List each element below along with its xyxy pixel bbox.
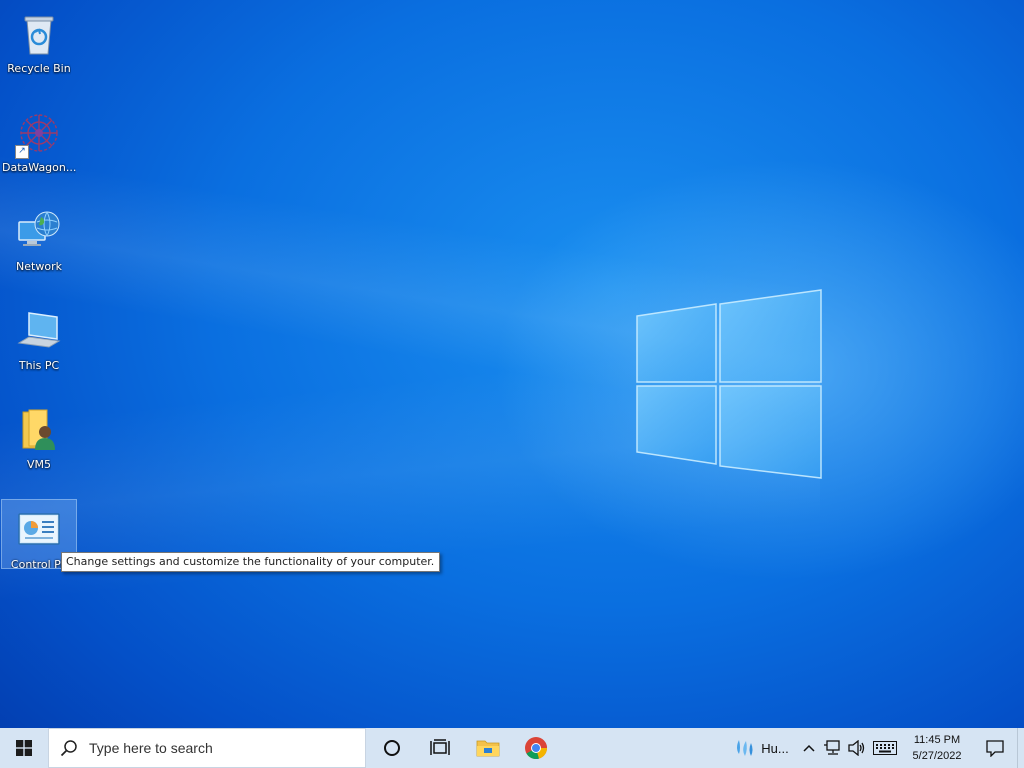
- weather-label: Hu...: [761, 740, 789, 756]
- task-view-icon: [430, 739, 450, 755]
- desktop-icon-label: This PC: [18, 359, 60, 372]
- chrome-button[interactable]: [512, 728, 560, 768]
- weather-humidity-icon: [737, 740, 753, 756]
- clock-time: 11:45 PM: [913, 734, 961, 746]
- desktop-icon-recycle-bin[interactable]: Recycle Bin: [2, 4, 76, 84]
- show-hidden-icons-button[interactable]: [797, 728, 821, 768]
- notification-icon: [986, 740, 1004, 757]
- desktop-icon-label: Network: [16, 260, 62, 273]
- network-wired-icon: [824, 740, 840, 755]
- shortcut-arrow-icon: ↗: [15, 145, 29, 159]
- desktop[interactable]: Recycle Bin ↗ DataWagon... Network This …: [0, 0, 1024, 728]
- search-box[interactable]: Type here to search: [48, 728, 366, 768]
- desktop-icon-label: Recycle Bin: [7, 62, 71, 75]
- weather-widget[interactable]: Hu...: [727, 728, 797, 768]
- desktop-icon-label: VM5: [26, 458, 51, 471]
- desktop-icon-datawagon[interactable]: ↗ DataWagon...: [2, 103, 76, 183]
- show-desktop-button[interactable]: [1017, 728, 1024, 768]
- task-view-button[interactable]: [416, 728, 464, 768]
- this-pc-icon: [15, 307, 63, 355]
- file-explorer-button[interactable]: [464, 728, 512, 768]
- clock[interactable]: 11:45 PM 5/27/2022: [901, 728, 973, 768]
- taskbar: Type here to search Hu... 11:45 PM 5/27/…: [0, 728, 1024, 768]
- start-button[interactable]: [0, 728, 48, 768]
- desktop-icon-label: DataWagon...: [2, 161, 76, 174]
- clock-date: 5/27/2022: [912, 750, 962, 762]
- desktop-icon-network[interactable]: Network: [2, 202, 76, 282]
- desktop-icon-label: Control Pa: [10, 558, 68, 568]
- touch-keyboard-button[interactable]: [869, 728, 901, 768]
- folder-icon: [476, 740, 500, 757]
- chrome-icon: [525, 737, 547, 760]
- chevron-up-icon: [803, 744, 815, 752]
- cortana-circle-icon: [384, 740, 400, 756]
- search-placeholder: Type here to search: [89, 740, 213, 756]
- windows-logo-wallpaper: [636, 289, 822, 479]
- datawagon-app-icon: ↗: [15, 109, 63, 159]
- user-folder-icon: [15, 406, 63, 454]
- cortana-button[interactable]: [368, 728, 416, 768]
- tooltip: Change settings and customize the functi…: [61, 552, 441, 572]
- volume-tray-button[interactable]: [845, 728, 869, 768]
- desktop-icon-this-pc[interactable]: This PC: [2, 301, 76, 381]
- network-tray-button[interactable]: [821, 728, 845, 768]
- search-icon: [49, 739, 89, 757]
- control-panel-icon: [15, 506, 63, 554]
- windows-start-icon: [16, 740, 32, 756]
- network-icon: [15, 208, 63, 256]
- recycle-bin-icon: [15, 10, 63, 58]
- system-tray: Hu... 11:45 PM 5/27/2022: [727, 728, 1024, 768]
- desktop-icon-vm5[interactable]: VM5: [2, 400, 76, 480]
- action-center-button[interactable]: [973, 728, 1017, 768]
- volume-icon: [848, 740, 865, 756]
- keyboard-icon: [873, 741, 897, 755]
